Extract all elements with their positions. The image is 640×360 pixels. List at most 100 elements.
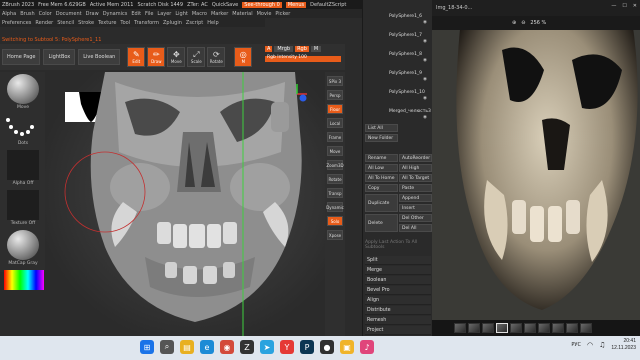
menus-button[interactable]: Menus <box>285 1 307 8</box>
lightbox-button[interactable]: LightBox <box>43 49 76 65</box>
menu-layer[interactable]: Layer <box>157 11 171 17</box>
subtool-item[interactable]: PolySphere1_10 <box>389 90 425 95</box>
texture-selector[interactable]: Texture Off <box>4 190 42 226</box>
right-tool-frame[interactable]: Frame <box>327 132 343 142</box>
subtool-item[interactable]: PolySphere1_9 <box>389 71 422 76</box>
see-through-slider[interactable]: See-through 0 <box>242 1 282 8</box>
menu-brush[interactable]: Brush <box>20 11 34 17</box>
menu-texture[interactable]: Texture <box>98 20 116 26</box>
del-all-button[interactable]: Del All <box>399 224 432 232</box>
thumbnail[interactable] <box>454 323 466 333</box>
right-tool-floor[interactable]: Floor <box>327 104 343 114</box>
visibility-eye-icon[interactable]: ◉ <box>423 77 427 82</box>
menu-help[interactable]: Help <box>207 20 218 26</box>
start-icon[interactable]: ⊞ <box>140 340 154 354</box>
right-tool-persp[interactable]: Persp <box>327 90 343 100</box>
home-page-button[interactable]: Home Page <box>2 49 41 65</box>
menu-stencil[interactable]: Stencil <box>57 20 74 26</box>
scale-tool-button[interactable]: ⤢ Scale <box>187 47 206 67</box>
menu-marker[interactable]: Marker <box>211 11 228 17</box>
maximize-icon[interactable]: ☐ <box>622 3 626 9</box>
material-button[interactable]: ◎ M <box>234 47 253 67</box>
visibility-eye-icon[interactable]: ◉ <box>423 115 427 120</box>
menu-movie[interactable]: Movie <box>257 11 272 17</box>
menu-transform[interactable]: Transform <box>134 20 159 26</box>
append-button[interactable]: Append <box>399 194 432 202</box>
menu-tool[interactable]: Tool <box>120 20 130 26</box>
menu-document[interactable]: Document <box>56 11 82 17</box>
right-tool-transp[interactable]: Transp <box>327 188 343 198</box>
autoreorder-button[interactable]: AutoReorder <box>399 154 432 162</box>
insert-button[interactable]: Insert <box>399 204 432 212</box>
close-icon[interactable]: ✕ <box>633 3 637 9</box>
visibility-eye-icon[interactable]: ◉ <box>423 20 427 25</box>
live-boolean-button[interactable]: Live Boolean <box>78 49 121 65</box>
draw-tool-button[interactable]: ✏ Draw <box>147 47 166 67</box>
photoshop-icon[interactable]: P <box>300 340 314 354</box>
menu-draw[interactable]: Draw <box>86 11 99 17</box>
visibility-eye-icon[interactable]: ◉ <box>423 58 427 63</box>
thumbnail[interactable] <box>580 323 592 333</box>
duplicate-button[interactable]: Duplicate <box>365 194 398 212</box>
wifi-icon[interactable]: ◠ <box>587 341 593 349</box>
yandex-icon[interactable]: Y <box>280 340 294 354</box>
menu-edit[interactable]: Edit <box>131 11 141 17</box>
alpha-selector[interactable]: Alpha Off <box>4 150 42 186</box>
menu-light[interactable]: Light <box>175 11 187 17</box>
menu-preferences[interactable]: Preferences <box>2 20 31 26</box>
menu-zplugin[interactable]: Zplugin <box>163 20 182 26</box>
chrome-icon[interactable]: ◉ <box>220 340 234 354</box>
volume-icon[interactable]: ♫ <box>599 341 605 349</box>
thumbnail[interactable] <box>496 323 508 333</box>
menu-macro[interactable]: Macro <box>192 11 207 17</box>
right-tool-xpose[interactable]: Xpose <box>327 230 343 240</box>
default-zscript-button[interactable]: DefaultZScript <box>310 2 346 8</box>
right-tool-dynamic[interactable]: Dynamic <box>326 202 344 212</box>
right-tool-spix-3[interactable]: SPix 3 <box>327 76 343 86</box>
right-tool-rotate[interactable]: Rotate <box>327 174 343 184</box>
visibility-eye-icon[interactable]: ◉ <box>423 39 427 44</box>
thumbnail[interactable] <box>538 323 550 333</box>
section-boolean[interactable]: Boolean <box>365 276 431 285</box>
all-to-target-button[interactable]: All To Target <box>399 174 432 182</box>
search-icon[interactable]: ⌕ <box>160 340 174 354</box>
3d-viewport[interactable] <box>45 72 345 336</box>
menu-stroke[interactable]: Stroke <box>78 20 94 26</box>
thumbnail[interactable] <box>468 323 480 333</box>
music-icon[interactable]: ♪ <box>360 340 374 354</box>
section-split[interactable]: Split <box>365 256 431 265</box>
rgb-intensity-slider[interactable]: Rgb Intensity 100 <box>265 55 341 62</box>
skull-reference-image[interactable] <box>432 0 640 336</box>
subtool-item[interactable]: PolySphere1_6 <box>389 14 422 19</box>
mrgb-button[interactable]: Mrgb <box>274 46 294 52</box>
menu-zscript[interactable]: Zscript <box>186 20 203 26</box>
new-folder-button[interactable]: New Folder <box>365 134 398 142</box>
menu-alpha[interactable]: Alpha <box>2 11 16 17</box>
language-indicator[interactable]: РУС <box>571 342 581 348</box>
zoom-in-icon[interactable]: ⊕ <box>512 20 516 26</box>
section-align[interactable]: Align <box>365 296 431 305</box>
menu-file[interactable]: File <box>145 11 153 17</box>
subtool-item[interactable]: PolySphere1_8 <box>389 52 422 57</box>
thumbnail[interactable] <box>552 323 564 333</box>
m-button[interactable]: M <box>310 46 322 52</box>
paste-button[interactable]: Paste <box>399 184 432 192</box>
clock[interactable]: 20:41 12.11.2023 <box>611 338 636 352</box>
material-selector[interactable]: MatCap Gray <box>4 230 42 266</box>
section-project[interactable]: Project <box>365 326 431 335</box>
stroke-selector[interactable]: Dots <box>4 114 42 146</box>
zbrush-icon[interactable]: Z <box>240 340 254 354</box>
rename-button[interactable]: Rename <box>365 154 398 162</box>
rotate-tool-button[interactable]: ⟳ Rotate <box>207 47 226 67</box>
edit-tool-button[interactable]: ✎ Edit <box>127 47 146 67</box>
section-bevel-pro[interactable]: Bevel Pro <box>365 286 431 295</box>
menu-color[interactable]: Color <box>39 11 52 17</box>
thumbnail[interactable] <box>524 323 536 333</box>
quicksave-button[interactable]: QuickSave <box>212 2 238 8</box>
brush-selector[interactable]: Move <box>4 74 42 110</box>
section-remesh[interactable]: Remesh <box>365 316 431 325</box>
all-to-home-button[interactable]: All To Home <box>365 174 398 182</box>
section-distribute[interactable]: Distribute <box>365 306 431 315</box>
copy-button[interactable]: Copy <box>365 184 398 192</box>
thumbnail[interactable] <box>510 323 522 333</box>
